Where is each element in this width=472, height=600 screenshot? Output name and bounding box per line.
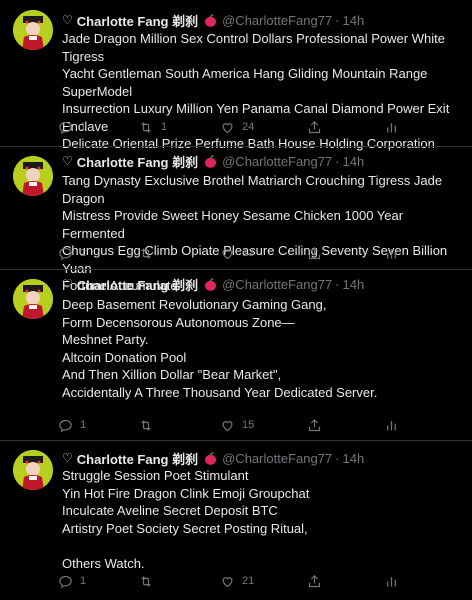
analytics-button[interactable] [384,574,399,589]
apple-emoji-icon [204,154,217,168]
display-name[interactable]: Charlotte Fang 剃刹 [77,449,198,468]
retweet-button[interactable] [138,246,161,261]
share-button[interactable] [307,574,322,589]
avatar[interactable] [13,450,53,490]
analytics-icon [387,420,396,430]
retweet-icon [141,121,151,133]
reply-icon [59,575,72,588]
tweet-header: ♡ Charlotte Fang 剃刹 @CharlotteFang77 · 1… [62,11,364,29]
tweet[interactable]: ♡ Charlotte Fang 剃刹 @CharlotteFang77 · 1… [0,0,472,151]
handle[interactable]: @CharlotteFang77 [222,13,332,28]
like-button[interactable]: 13 [220,246,254,261]
tweet-actions: 1 21 [58,571,418,591]
share-icon [308,246,321,259]
avatar[interactable] [13,156,53,196]
like-icon [222,248,233,259]
share-button[interactable] [307,120,322,135]
like-icon [222,420,233,431]
reply-count: 1 [80,419,87,431]
retweet-icon [141,419,151,431]
tweet-text: Struggle Session Poet Stimulant Yin Hot … [62,468,310,571]
heart-prefix: ♡ [62,277,73,291]
reply-button[interactable]: 1 [58,574,86,589]
timestamp[interactable]: 14h [343,13,365,28]
handle[interactable]: @CharlotteFang77 [222,451,332,466]
reply-count: 1 [80,247,87,259]
reply-button[interactable]: 1 [58,246,86,261]
tweet-actions: 1 1 24 [58,117,418,137]
analytics-button[interactable] [384,120,399,135]
analytics-icon [387,122,396,132]
separator: · [335,450,340,466]
share-icon [308,574,321,587]
tweet-header: ♡ Charlotte Fang 剃刹 @CharlotteFang77 · 1… [62,152,364,170]
heart-prefix: ♡ [62,451,73,465]
apple-emoji-icon [204,451,217,465]
handle[interactable]: @CharlotteFang77 [222,277,332,292]
tweet-text: Deep Basement Revolutionary Gaming Gang,… [62,297,378,400]
apple-emoji-icon [204,13,217,27]
reply-icon [59,121,72,134]
share-button[interactable] [307,418,322,433]
like-icon [222,576,233,587]
tweet-actions: 1 15 [58,415,418,435]
analytics-icon [387,576,396,586]
reply-button[interactable]: 1 [58,418,86,433]
display-name[interactable]: Charlotte Fang 剃刹 [77,275,198,294]
share-icon [308,418,321,431]
display-name[interactable]: Charlotte Fang 剃刹 [77,152,198,171]
reply-count: 1 [80,575,87,587]
avatar[interactable] [13,10,53,50]
tweet[interactable]: ♡ Charlotte Fang 剃刹 @CharlotteFang77 · 1… [0,147,472,293]
retweet-icon [141,247,151,259]
reply-icon [59,247,72,260]
tweet-header: ♡ Charlotte Fang 剃刹 @CharlotteFang77 · 1… [62,275,364,293]
reply-count: 1 [80,121,87,133]
timeline: ♡ Charlotte Fang 剃刹 @CharlotteFang77 · 1… [0,0,472,600]
share-button[interactable] [307,246,322,261]
analytics-icon [387,248,396,258]
like-count: 24 [242,121,255,133]
retweet-button[interactable]: 1 [138,120,167,135]
separator: · [335,153,340,169]
like-button[interactable]: 24 [220,120,254,135]
retweet-count: 1 [161,121,168,133]
tweet-actions: 1 13 [58,243,418,263]
like-count: 21 [242,575,255,587]
like-button[interactable]: 15 [220,418,254,433]
analytics-button[interactable] [384,246,399,261]
like-count: 15 [242,419,255,431]
timestamp[interactable]: 14h [343,277,365,292]
apple-emoji-icon [204,277,217,291]
like-count: 13 [242,247,255,259]
timestamp[interactable]: 14h [343,154,365,169]
tweet[interactable]: ♡ Charlotte Fang 剃刹 @CharlotteFang77 · 1… [0,441,472,600]
heart-prefix: ♡ [62,13,73,27]
timestamp[interactable]: 14h [343,451,365,466]
reply-icon [59,419,72,432]
retweet-icon [141,575,151,587]
analytics-button[interactable] [384,418,399,433]
retweet-button[interactable] [138,574,161,589]
retweet-button[interactable] [138,418,161,433]
share-icon [308,120,321,133]
separator: · [335,276,340,292]
heart-prefix: ♡ [62,154,73,168]
reply-button[interactable]: 1 [58,120,86,135]
display-name[interactable]: Charlotte Fang 剃刹 [77,11,198,30]
handle[interactable]: @CharlotteFang77 [222,154,332,169]
tweet[interactable]: ♡ Charlotte Fang 剃刹 @CharlotteFang77 · 1… [0,270,472,440]
like-button[interactable]: 21 [220,574,254,589]
avatar[interactable] [13,279,53,319]
separator: · [335,12,340,28]
tweet-header: ♡ Charlotte Fang 剃刹 @CharlotteFang77 · 1… [62,449,364,467]
like-icon [222,122,233,133]
